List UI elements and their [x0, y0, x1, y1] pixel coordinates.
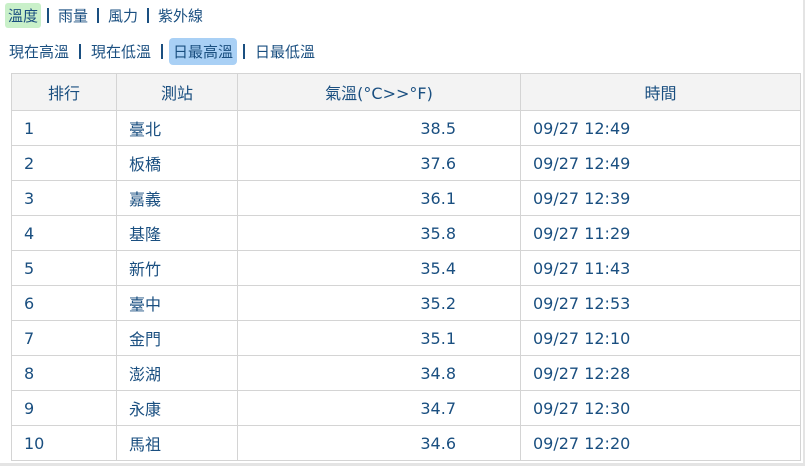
- temperature-cell: 35.4: [237, 250, 521, 286]
- table-row: 1 臺北 38.5 09/27 12:49: [11, 110, 801, 146]
- time-cell: 09/27 12:53: [520, 285, 801, 321]
- temperature-cell: 37.6: [237, 145, 521, 181]
- time-cell: 09/27 11:29: [520, 215, 801, 251]
- temperature-cell: 35.2: [237, 285, 521, 321]
- station-cell: 嘉義: [116, 180, 238, 216]
- station-cell: 基隆: [116, 215, 238, 251]
- rank-cell: 4: [11, 215, 117, 251]
- temperature-cell: 35.1: [237, 320, 521, 356]
- station-cell: 馬祖: [116, 425, 238, 461]
- temperature-cell: 34.7: [237, 390, 521, 426]
- rank-cell: 1: [11, 110, 117, 146]
- rank-cell: 8: [11, 355, 117, 391]
- station-cell: 臺中: [116, 285, 238, 321]
- temperature-cell: 38.5: [237, 110, 521, 146]
- time-cell: 09/27 12:30: [520, 390, 801, 426]
- station-cell: 新竹: [116, 250, 238, 286]
- time-cell: 09/27 12:20: [520, 425, 801, 461]
- temperature-cell: 36.1: [237, 180, 521, 216]
- tab-rainfall[interactable]: 雨量: [55, 3, 91, 28]
- subtab-current-high[interactable]: 現在高溫: [5, 38, 73, 65]
- rank-cell: 3: [11, 180, 117, 216]
- header-time: 時間: [520, 73, 801, 111]
- table-row: 5 新竹 35.4 09/27 11:43: [11, 250, 801, 286]
- tab-separator: [147, 7, 150, 23]
- tab-uv[interactable]: 紫外線: [155, 3, 206, 28]
- rank-cell: 2: [11, 145, 117, 181]
- subtab-current-low[interactable]: 現在低溫: [87, 38, 155, 65]
- station-cell: 澎湖: [116, 355, 238, 391]
- table-row: 3 嘉義 36.1 09/27 12:39: [11, 180, 801, 216]
- tab-temperature[interactable]: 溫度: [5, 2, 42, 28]
- time-cell: 09/27 12:49: [520, 145, 801, 181]
- time-cell: 09/27 12:39: [520, 180, 801, 216]
- table-header-row: 排行 測站 氣溫(°C>>°F) 時間: [11, 73, 801, 111]
- rank-cell: 9: [11, 390, 117, 426]
- header-temperature[interactable]: 氣溫(°C>>°F): [237, 73, 521, 111]
- tab-wind[interactable]: 風力: [105, 3, 141, 28]
- table-row: 9 永康 34.7 09/27 12:30: [11, 390, 801, 426]
- station-cell: 金門: [116, 320, 238, 356]
- rank-cell: 7: [11, 320, 117, 356]
- temperature-cell: 34.6: [237, 425, 521, 461]
- ranking-table: 排行 測站 氣溫(°C>>°F) 時間 1 臺北 38.5 09/27 12:4…: [11, 73, 801, 461]
- header-station: 測站: [116, 73, 238, 111]
- table-row: 8 澎湖 34.8 09/27 12:28: [11, 355, 801, 391]
- temperature-subtabs: 現在高溫 現在低溫 日最高溫 日最低溫: [5, 37, 319, 65]
- rank-cell: 6: [11, 285, 117, 321]
- tab-separator: [47, 7, 50, 23]
- tab-separator: [97, 7, 100, 23]
- subtab-separator: [243, 43, 246, 59]
- station-cell: 板橋: [116, 145, 238, 181]
- category-tabs: 溫度 雨量 風力 紫外線: [5, 2, 206, 28]
- table-row: 7 金門 35.1 09/27 12:10: [11, 320, 801, 356]
- table-row: 2 板橋 37.6 09/27 12:49: [11, 145, 801, 181]
- subtab-separator: [161, 43, 164, 59]
- subtab-separator: [79, 43, 82, 59]
- table-row: 4 基隆 35.8 09/27 11:29: [11, 215, 801, 251]
- time-cell: 09/27 12:10: [520, 320, 801, 356]
- rank-cell: 10: [11, 425, 117, 461]
- subtab-daily-low[interactable]: 日最低溫: [251, 38, 319, 65]
- table-row: 10 馬祖 34.6 09/27 12:20: [11, 425, 801, 461]
- rank-cell: 5: [11, 250, 117, 286]
- station-cell: 永康: [116, 390, 238, 426]
- time-cell: 09/27 12:28: [520, 355, 801, 391]
- subtab-daily-high[interactable]: 日最高溫: [169, 37, 238, 65]
- header-rank: 排行: [11, 73, 117, 111]
- temperature-cell: 35.8: [237, 215, 521, 251]
- time-cell: 09/27 12:49: [520, 110, 801, 146]
- station-cell: 臺北: [116, 110, 238, 146]
- time-cell: 09/27 11:43: [520, 250, 801, 286]
- table-row: 6 臺中 35.2 09/27 12:53: [11, 285, 801, 321]
- temperature-cell: 34.8: [237, 355, 521, 391]
